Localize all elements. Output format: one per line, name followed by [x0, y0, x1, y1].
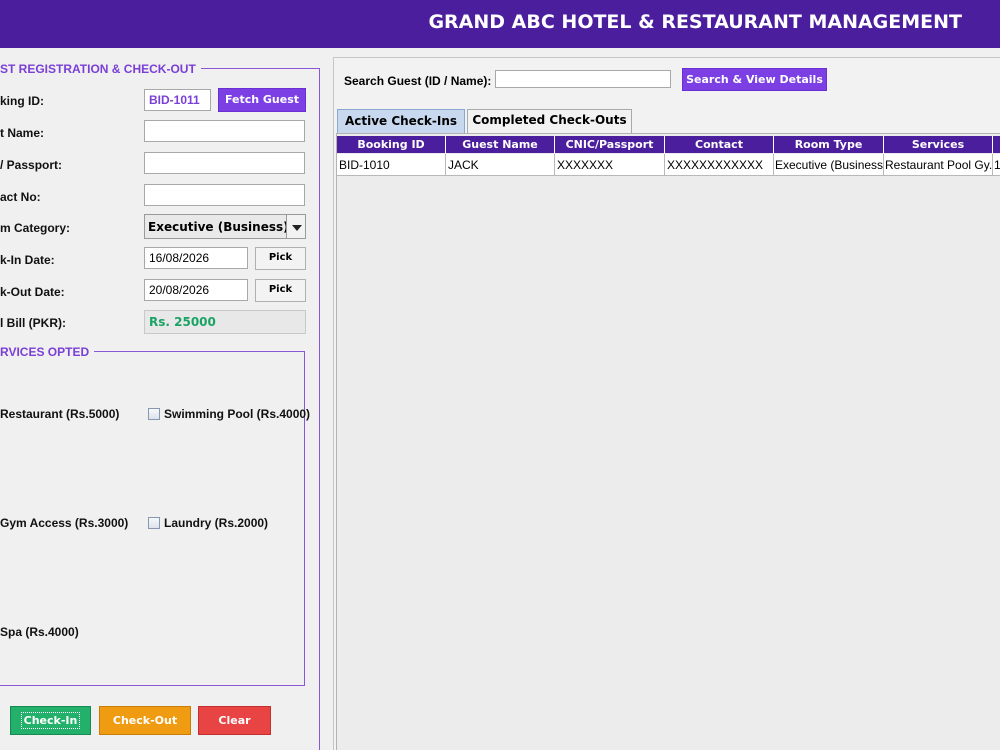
checkbox-icon[interactable] [148, 408, 160, 420]
guest-name-field[interactable] [144, 120, 305, 142]
contact-field[interactable] [144, 184, 305, 206]
checkin-date-label: k-In Date: [0, 253, 55, 267]
column-header-services[interactable]: Services [884, 136, 993, 153]
checkout-button[interactable]: Check-Out [99, 706, 191, 735]
tab-completed-checkouts[interactable]: Completed Check-Outs [467, 109, 632, 133]
booking-id-label: king ID: [0, 94, 44, 108]
checkin-button-label: Check-In [20, 712, 81, 729]
column-header-booking-id[interactable]: Booking ID [337, 136, 446, 153]
service-restaurant-label: Restaurant (Rs.5000) [0, 407, 120, 421]
cnic-field[interactable] [144, 152, 305, 174]
chevron-down-icon[interactable] [286, 215, 305, 238]
column-header-extra[interactable] [993, 136, 1000, 153]
cnic-label: / Passport: [0, 158, 63, 172]
service-gym-label: Gym Access (Rs.3000) [0, 516, 129, 530]
service-spa[interactable]: Spa (Rs.4000) [0, 625, 79, 639]
guest-name-label: t Name: [0, 126, 45, 140]
table-cell[interactable]: 1 [993, 154, 1000, 176]
service-pool[interactable]: Swimming Pool (Rs.4000) [148, 407, 310, 421]
table-cell[interactable]: XXXXXXXXXXXX [665, 154, 774, 176]
service-laundry-label: Laundry (Rs.2000) [164, 516, 269, 530]
services-group-title: RVICES OPTED [0, 345, 95, 359]
total-bill-label: l Bill (PKR): [0, 316, 66, 330]
fetch-guest-button[interactable]: Fetch Guest [218, 88, 306, 112]
room-category-value: Executive (Business) [148, 220, 289, 234]
service-gym[interactable]: Gym Access (Rs.3000) [0, 516, 128, 530]
search-input[interactable] [495, 70, 671, 88]
checkin-button[interactable]: Check-In [10, 706, 91, 735]
booking-id-field[interactable]: BID-1011 [144, 89, 211, 111]
tab-active-checkins[interactable]: Active Check-Ins [337, 109, 465, 133]
checkout-date-label: k-Out Date: [0, 285, 65, 299]
table-cell[interactable]: JACK [446, 154, 555, 176]
app-title: GRAND ABC HOTEL & RESTAURANT MANAGEMENT [428, 11, 962, 33]
service-laundry[interactable]: Laundry (Rs.2000) [148, 516, 268, 530]
contact-label: act No: [0, 190, 41, 204]
service-pool-label: Swimming Pool (Rs.4000) [164, 407, 311, 421]
total-bill-value: Rs. 25000 [144, 310, 306, 334]
search-view-button[interactable]: Search & View Details [682, 68, 827, 91]
table-cell[interactable]: Restaurant Pool Gy... [884, 154, 993, 176]
column-header-room-type[interactable]: Room Type [774, 136, 884, 153]
table-cell[interactable]: Executive (Business) [774, 154, 884, 176]
registration-group-title: ST REGISTRATION & CHECK-OUT [0, 62, 201, 76]
table-cell[interactable]: XXXXXXX [555, 154, 665, 176]
checkins-table [336, 133, 1000, 750]
checkbox-icon[interactable] [148, 517, 160, 529]
checkout-date-field[interactable]: 20/08/2026 [144, 279, 248, 301]
service-restaurant[interactable]: Restaurant (Rs.5000) [0, 407, 119, 421]
checkin-pick-button[interactable]: Pick [255, 247, 306, 270]
checkout-pick-button[interactable]: Pick [255, 279, 306, 302]
search-label: Search Guest (ID / Name): [344, 74, 492, 88]
app-header: GRAND ABC HOTEL & RESTAURANT MANAGEMENT [0, 0, 1000, 48]
service-spa-label: Spa (Rs.4000) [0, 625, 79, 639]
clear-button[interactable]: Clear [198, 706, 271, 735]
table-cell[interactable]: BID-1010 [337, 154, 446, 176]
column-header-contact[interactable]: Contact [665, 136, 774, 153]
room-category-select[interactable]: Executive (Business) [144, 214, 306, 239]
column-header-cnic[interactable]: CNIC/Passport [555, 136, 665, 153]
checkin-date-field[interactable]: 16/08/2026 [144, 247, 248, 269]
room-category-label: m Category: [0, 221, 71, 235]
column-header-guest-name[interactable]: Guest Name [446, 136, 555, 153]
